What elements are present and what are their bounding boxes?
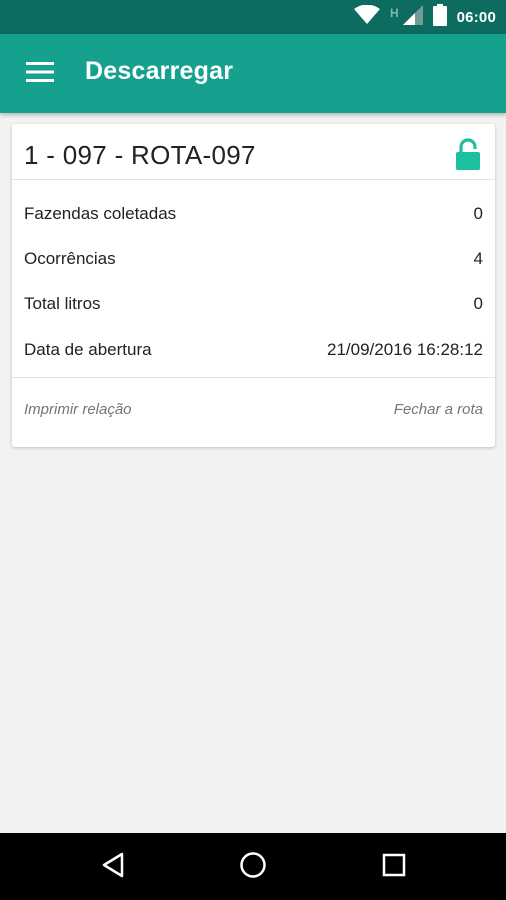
network-type-label: H xyxy=(389,6,399,20)
stat-label: Fazendas coletadas xyxy=(24,204,177,223)
status-bar: H 06:00 xyxy=(0,0,506,34)
hamburger-menu-icon xyxy=(26,61,54,87)
wifi-icon xyxy=(353,4,380,30)
route-card: 1 - 097 - ROTA-097 Fazendas coletadas 0 … xyxy=(12,124,495,447)
stat-row-fazendas: Fazendas coletadas 0 xyxy=(24,204,483,228)
stat-row-total-litros: Total litros 0 xyxy=(24,294,483,318)
stat-value: 0 xyxy=(473,294,483,313)
route-title: 1 - 097 - ROTA-097 xyxy=(24,140,256,170)
back-icon xyxy=(101,852,125,883)
stat-row-ocorrencias: Ocorrências 4 xyxy=(24,249,483,273)
route-card-actions: Imprimir relação Fechar a rota xyxy=(12,379,495,447)
status-icons: H 06:00 xyxy=(353,0,496,34)
unlocked-padlock-icon[interactable] xyxy=(455,138,481,170)
navigation-bar xyxy=(0,833,506,900)
status-time: 06:00 xyxy=(456,8,496,26)
stat-value: 21/09/2016 16:28:12 xyxy=(327,340,483,359)
route-stats: Fazendas coletadas 0 Ocorrências 4 Total… xyxy=(12,180,495,378)
stat-row-data-abertura: Data de abertura 21/09/2016 16:28:12 xyxy=(24,340,483,364)
recents-button[interactable] xyxy=(374,847,414,887)
menu-button[interactable] xyxy=(14,52,66,96)
recents-icon xyxy=(382,853,406,882)
page-title: Descarregar xyxy=(85,57,234,85)
stat-value: 4 xyxy=(473,249,483,268)
print-report-button[interactable]: Imprimir relação xyxy=(24,401,132,418)
home-icon xyxy=(239,851,267,884)
route-card-header: 1 - 097 - ROTA-097 xyxy=(12,124,495,180)
stat-label: Total litros xyxy=(24,294,101,313)
battery-icon xyxy=(432,3,447,31)
back-button[interactable] xyxy=(93,847,133,887)
stat-value: 0 xyxy=(473,204,483,223)
stat-label: Data de abertura xyxy=(24,340,152,359)
home-button[interactable] xyxy=(233,847,273,887)
app-bar: Descarregar xyxy=(0,34,506,113)
signal-icon xyxy=(402,4,423,30)
stat-label: Ocorrências xyxy=(24,249,116,268)
close-route-button[interactable]: Fechar a rota xyxy=(394,401,483,418)
